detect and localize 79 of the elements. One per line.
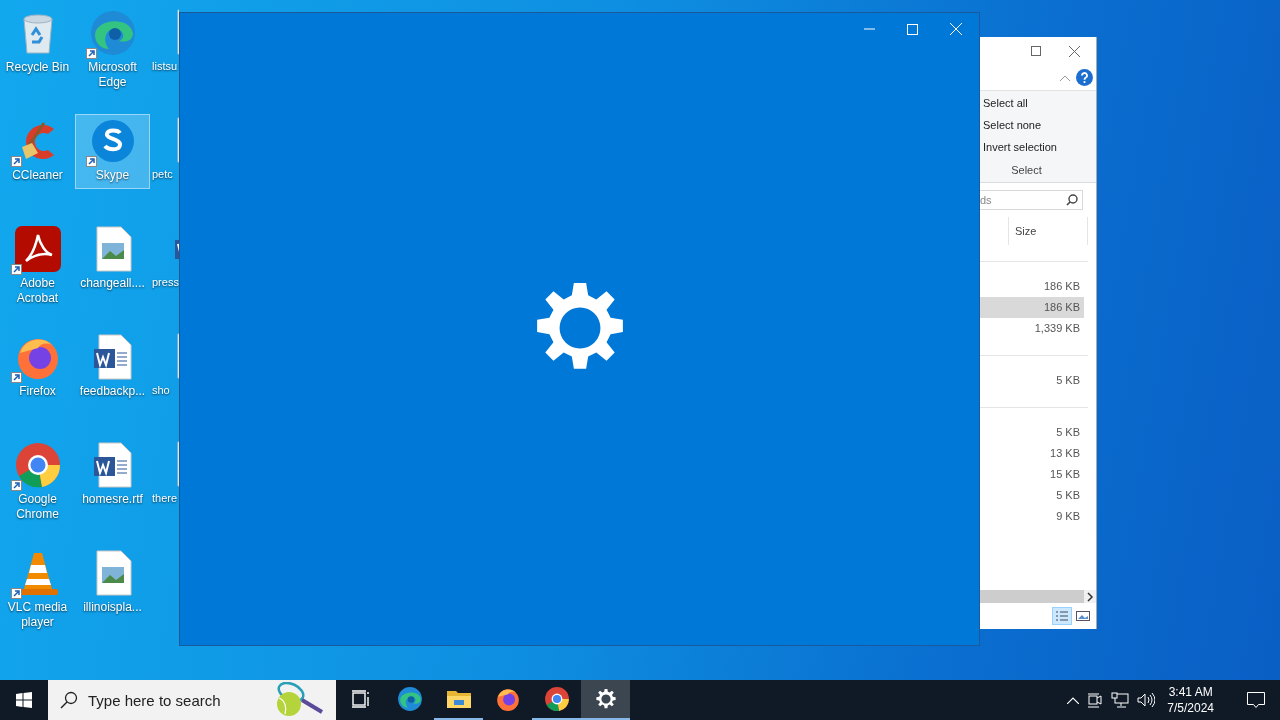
- edge-icon: [88, 9, 137, 57]
- desktop-icon-label: illinoispla...: [82, 600, 143, 615]
- file-size-cell[interactable]: 5 KB: [980, 485, 1084, 506]
- word-document-icon: [92, 441, 133, 489]
- desktop-icon-label: there: [151, 491, 178, 506]
- file-size-cell[interactable]: 186 KB: [980, 297, 1084, 318]
- chrome-icon: [13, 441, 62, 489]
- folder-icon: [445, 688, 472, 710]
- desktop-icon-label: petc: [151, 167, 173, 182]
- desktop-icon-label: homesre.rtf: [81, 492, 144, 507]
- file-size-cell[interactable]: 9 KB: [980, 506, 1084, 527]
- desktop-icon[interactable]: listsu: [150, 6, 179, 77]
- search-placeholder: Type here to search: [88, 691, 221, 709]
- notification-icon: [1247, 691, 1265, 709]
- search-placeholder: ds: [980, 194, 992, 206]
- clock-time: 3:41 AM: [1168, 684, 1213, 700]
- desktop-icon[interactable]: petc: [150, 114, 179, 185]
- settings-icon: [594, 688, 617, 710]
- word-document-icon: [92, 333, 133, 381]
- desktop-icon[interactable]: Microsoft Edge: [75, 6, 150, 94]
- desktop-icon[interactable]: homesre.rtf: [75, 438, 150, 513]
- ribbon-group-label: Select: [1010, 163, 1043, 178]
- camera-icon[interactable]: [1087, 692, 1104, 708]
- file-size-cell[interactable]: 1,339 KB: [980, 318, 1084, 339]
- desktop-icon-label: Adobe Acrobat: [15, 276, 60, 306]
- column-header[interactable]: Size: [1008, 217, 1088, 245]
- task-view-icon: [350, 689, 371, 709]
- close-icon[interactable]: [1069, 45, 1080, 57]
- chrome-icon: [543, 686, 570, 712]
- edge-icon: [396, 686, 423, 712]
- desktop-icon[interactable]: there: [150, 438, 179, 509]
- search-icon: [60, 691, 78, 709]
- taskbar-button[interactable]: [581, 680, 630, 720]
- scroll-right-icon[interactable]: [1084, 591, 1096, 602]
- ribbon-button[interactable]: Select all: [983, 95, 1070, 111]
- ribbon-button[interactable]: Invert selection: [983, 139, 1070, 155]
- scrollbar-thumb[interactable]: [980, 590, 1084, 603]
- desktop-icon-label: feedbackp...: [78, 384, 147, 399]
- acrobat-icon: [13, 225, 62, 273]
- desktop-icon[interactable]: VLC media player: [0, 546, 75, 634]
- help-icon[interactable]: [1076, 69, 1093, 86]
- clock[interactable]: 3:41 AM 7/5/2024: [1167, 684, 1214, 716]
- desktop-icon-label: sho: [151, 383, 170, 398]
- desktop-icon[interactable]: changeall....: [75, 222, 150, 297]
- desktop-icon-label: Recycle Bin: [4, 60, 71, 75]
- desktop-icon[interactable]: CCleaner: [0, 114, 75, 189]
- maximize-icon[interactable]: [1031, 46, 1041, 56]
- desktop-icon[interactable]: Adobe Acrobat: [0, 222, 75, 310]
- search-icon: [1066, 194, 1078, 206]
- firefox-icon: [494, 686, 521, 712]
- thumbnail-view-icon[interactable]: [1075, 609, 1091, 623]
- desktop-icon[interactable]: sho: [150, 330, 179, 401]
- network-icon[interactable]: [1111, 692, 1130, 708]
- clock-date: 7/5/2024: [1167, 700, 1214, 716]
- windows-logo-icon: [16, 692, 32, 708]
- desktop-icon-label: Google Chrome: [15, 492, 60, 522]
- desktop-icon[interactable]: feedbackp...: [75, 330, 150, 405]
- file-size-cell[interactable]: 186 KB: [980, 276, 1084, 297]
- desktop-icon-label: Microsoft Edge: [87, 60, 138, 90]
- desktop-icon[interactable]: illinoispla...: [75, 546, 150, 621]
- desktop-icon-label: Skype: [94, 168, 131, 183]
- ribbon-button[interactable]: Select none: [983, 117, 1070, 133]
- desktop-icon-label: VLC media player: [6, 600, 69, 630]
- desktop-icon[interactable]: Firefox: [0, 330, 75, 405]
- file-size-cell[interactable]: 15 KB: [980, 464, 1084, 485]
- desktop-icon[interactable]: Skype: [75, 114, 150, 189]
- desktop-icon-label: changeall....: [79, 276, 146, 291]
- desktop-icon-label: CCleaner: [11, 168, 64, 183]
- search-field[interactable]: Type here to search: [48, 680, 336, 720]
- desktop-icon[interactable]: Recycle Bin: [0, 6, 75, 81]
- file-size-cell[interactable]: 13 KB: [980, 443, 1084, 464]
- search-field[interactable]: ds: [980, 190, 1083, 210]
- desktop-icon-label: listsu: [151, 59, 178, 74]
- volume-icon[interactable]: [1137, 692, 1156, 708]
- file-size-cell[interactable]: 5 KB: [980, 370, 1084, 391]
- desktop-icon-label: press: [151, 275, 179, 290]
- desktop-icon-label: Firefox: [18, 384, 57, 399]
- file-size-cell[interactable]: 5 KB: [980, 422, 1084, 443]
- desktop-icon[interactable]: Google Chrome: [0, 438, 75, 526]
